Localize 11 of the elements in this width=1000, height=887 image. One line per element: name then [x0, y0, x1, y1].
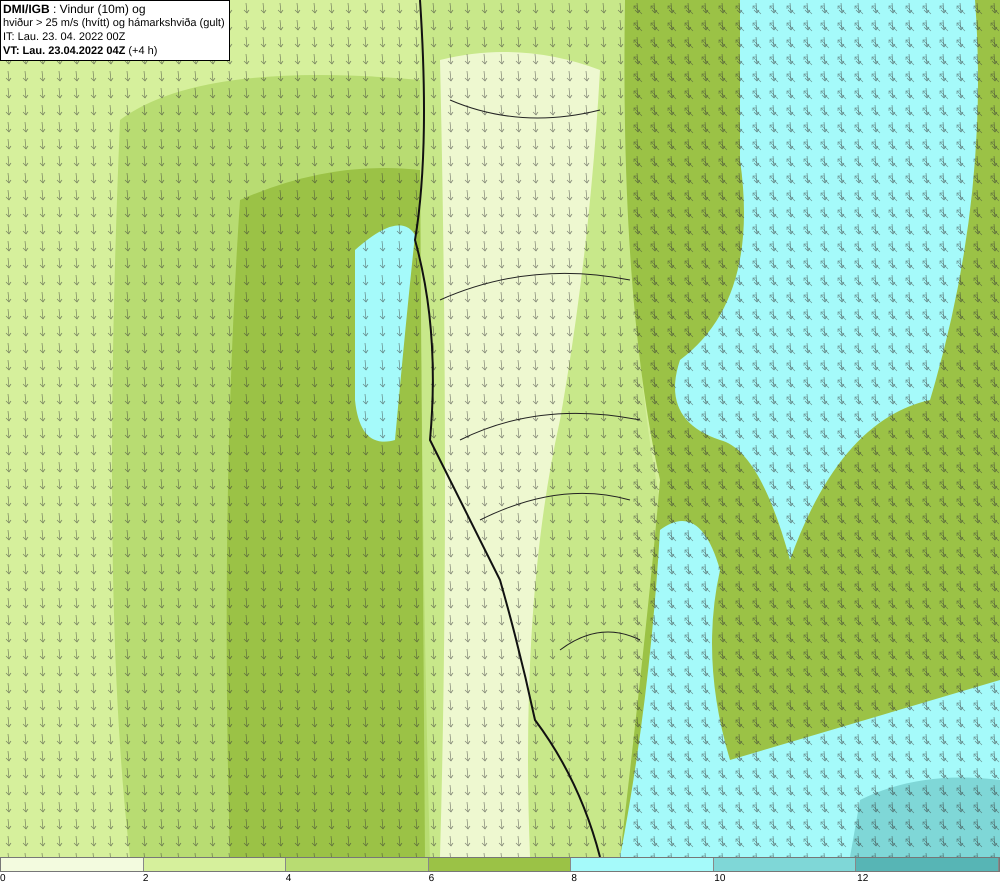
- map-info-text: VT: Lau. 23.04.2022 04Z (+4 h): [3, 44, 158, 58]
- map-info-text: hviður > 25 m/s (hvítt) og hámarkshviða (gult): [3, 16, 225, 30]
- map-title: DMI/IGB : Vindur (10m) og: [3, 2, 146, 16]
- legend-tick-label: 10: [714, 872, 726, 886]
- map-info-text: IT: Lau. 23. 04. 2022 00Z: [3, 30, 126, 44]
- legend-tick-label: 12: [857, 872, 868, 886]
- legend-tick-label: 0: [0, 872, 6, 886]
- legend-tick-label: 4: [286, 872, 292, 886]
- legend-tick-label: 8: [571, 872, 577, 886]
- legend-tick-label: 2: [142, 872, 148, 886]
- legend-tick-label: 6: [428, 872, 434, 886]
